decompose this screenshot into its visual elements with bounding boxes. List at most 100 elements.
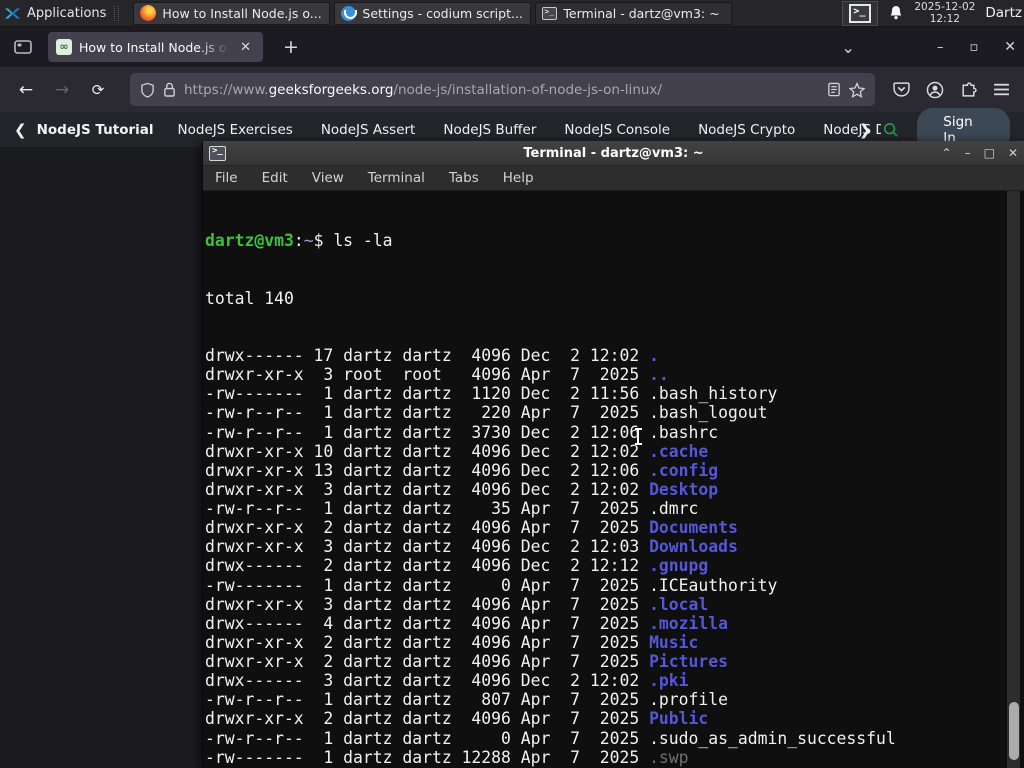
file-row: -rw-r--r-- 1 dartz dartz 220 Apr 7 2025 … xyxy=(205,403,768,423)
terminal-scrollbar-thumb[interactable] xyxy=(1008,702,1019,760)
file-name: Desktop xyxy=(649,479,719,499)
panel-clock[interactable]: 2025-12-02 12:12 xyxy=(914,1,975,25)
file-name: .pki xyxy=(649,671,689,691)
file-row: -rw------- 1 dartz dartz 1120 Dec 2 11:5… xyxy=(205,384,778,404)
firefox-view-button[interactable] xyxy=(8,34,38,60)
terminal-menu-tabs[interactable]: Tabs xyxy=(449,170,479,186)
terminal-menu-help[interactable]: Help xyxy=(503,170,534,186)
terminal-menu-terminal[interactable]: Terminal xyxy=(368,170,425,186)
terminal-maximize-button[interactable]: □ xyxy=(984,146,995,160)
file-name: .. xyxy=(649,365,669,385)
nav-back-chevron-icon[interactable]: ❮ xyxy=(14,121,27,139)
tab-title: How to Install Node.js on xyxy=(79,39,230,55)
terminal-menu-edit[interactable]: Edit xyxy=(262,170,288,186)
reader-mode-icon[interactable] xyxy=(827,82,841,97)
file-row: drwxr-xr-x 3 root root 4096 Apr 7 2025 .… xyxy=(205,365,669,385)
file-name: .config xyxy=(649,460,719,480)
codium-icon xyxy=(341,5,358,21)
search-icon[interactable] xyxy=(883,121,899,139)
window-minimize-button[interactable]: – xyxy=(937,40,944,55)
menu-icon[interactable] xyxy=(993,82,1010,97)
file-name: . xyxy=(649,346,659,365)
url-bar[interactable]: https://www.geeksforgeeks.org/node-js/in… xyxy=(130,73,875,106)
window-close-button[interactable]: ✕ xyxy=(1004,39,1016,55)
applications-icon xyxy=(4,7,21,19)
panel-user-menu[interactable]: Dartz xyxy=(985,5,1022,21)
panel-grip xyxy=(114,5,120,21)
file-row: -rw------- 1 dartz dartz 0 Apr 7 2025 .I… xyxy=(205,575,778,595)
file-name: .mozilla xyxy=(649,613,729,633)
terminal-window: Terminal - dartz@vm3: ~ ⌃ – □ ✕ File Edit… xyxy=(202,141,1024,768)
tray-terminal-launcher[interactable] xyxy=(842,0,879,26)
terminal-close-button[interactable]: ✕ xyxy=(1008,146,1018,160)
list-all-tabs-button[interactable]: ⌄ xyxy=(842,38,855,57)
terminal-content[interactable]: dartz@vm3:~$ ls -la total 140 drwx------… xyxy=(203,191,1024,768)
terminal-titlebar[interactable]: Terminal - dartz@vm3: ~ ⌃ – □ ✕ xyxy=(203,141,1024,166)
bookmark-star-icon[interactable] xyxy=(849,81,865,98)
file-name: Pictures xyxy=(649,652,729,671)
terminal-menubar: File Edit View Terminal Tabs Help xyxy=(203,166,1024,191)
terminal-menu-view[interactable]: View xyxy=(312,170,344,186)
file-name: .dmrc xyxy=(649,499,699,518)
total-line: total 140 xyxy=(205,288,294,308)
subnav-item-nodejs-dns[interactable]: NodeJS DNS xyxy=(823,122,881,138)
terminal-icon xyxy=(542,6,558,20)
taskbar-window-firefox[interactable]: How to Install Node.js o... xyxy=(133,1,331,25)
subnav-item-nodejs-console[interactable]: NodeJS Console xyxy=(564,122,670,138)
new-tab-button[interactable]: + xyxy=(275,36,307,58)
file-row: drwx------ 2 dartz dartz 4096 Dec 2 12:1… xyxy=(205,556,709,576)
subnav-item-nodejs-crypto[interactable]: NodeJS Crypto xyxy=(698,122,795,138)
terminal-shade-button[interactable]: ⌃ xyxy=(942,146,952,160)
file-name: .sudo_as_admin_successful xyxy=(649,728,896,748)
extension-icon[interactable] xyxy=(960,81,977,98)
file-row: -rw-r--r-- 1 dartz dartz 0 Apr 7 2025 .s… xyxy=(205,728,896,748)
terminal-minimize-button[interactable]: – xyxy=(965,146,971,160)
file-name: .bash_logout xyxy=(649,403,768,423)
window-maximize-button[interactable]: ▫ xyxy=(969,40,978,55)
file-row: drwx------ 4 dartz dartz 4096 Apr 7 2025… xyxy=(205,613,729,633)
file-name: .ICEauthority xyxy=(649,575,778,595)
toolbar-extensions-area xyxy=(893,81,1010,99)
terminal-menu-file[interactable]: File xyxy=(215,170,238,186)
file-row: -rw-r--r-- 1 dartz dartz 807 Apr 7 2025 … xyxy=(205,690,729,710)
taskbar-window-codium[interactable]: Settings - codium script... xyxy=(334,1,532,25)
file-name: .bashrc xyxy=(649,422,719,442)
file-row: drwxr-xr-x 2 dartz dartz 4096 Apr 7 2025… xyxy=(205,652,729,671)
tab-active[interactable]: ∞ How to Install Node.js on ✕ xyxy=(48,32,263,62)
terminal-scrollbar[interactable] xyxy=(1007,191,1020,768)
taskbar-window-terminal[interactable]: Terminal - dartz@vm3: ~ xyxy=(535,1,733,25)
lock-icon[interactable] xyxy=(163,82,176,97)
mouse-ibeam-cursor xyxy=(633,428,643,445)
forward-button[interactable]: → xyxy=(46,75,78,105)
file-listing: drwx------ 17 dartz dartz 4096 Dec 2 12:… xyxy=(205,346,1024,768)
clock-time: 12:12 xyxy=(929,13,960,25)
notification-bell-icon[interactable] xyxy=(888,5,904,21)
tracking-protection-shield-icon[interactable] xyxy=(140,82,155,98)
subnav-item-nodejs-assert[interactable]: NodeJS Assert xyxy=(321,122,416,138)
tab-close-icon[interactable]: ✕ xyxy=(236,39,255,56)
taskbar-window-title: How to Install Node.js o... xyxy=(162,5,322,21)
top-panel: Applications How to Install Node.js o...… xyxy=(0,0,1024,27)
prompt-path: ~ xyxy=(303,231,314,251)
reload-button[interactable]: ⟳ xyxy=(82,75,114,105)
subnav-item-nodejs-tutorial[interactable]: NodeJS Tutorial xyxy=(37,122,154,138)
file-row: -rw------- 1 dartz dartz 12288 Apr 7 202… xyxy=(205,747,689,767)
back-button[interactable]: ← xyxy=(10,75,42,105)
file-row: drwx------ 3 dartz dartz 4096 Dec 2 12:0… xyxy=(205,671,689,691)
terminal-window-controls: ⌃ – □ ✕ xyxy=(942,146,1018,160)
file-row: drwx------ 17 dartz dartz 4096 Dec 2 12:… xyxy=(205,346,659,365)
file-name: .cache xyxy=(649,441,709,461)
subnav-item-nodejs-exercises[interactable]: NodeJS Exercises xyxy=(178,122,293,138)
firefox-view-icon xyxy=(14,40,32,54)
subnav-item-nodejs-buffer[interactable]: NodeJS Buffer xyxy=(443,122,536,138)
clock-date: 2025-12-02 xyxy=(914,1,976,13)
file-row: drwxr-xr-x 2 dartz dartz 4096 Apr 7 2025… xyxy=(205,518,738,538)
pocket-icon[interactable] xyxy=(893,81,910,98)
taskbar-window-title: Terminal - dartz@vm3: ~ xyxy=(563,5,720,21)
nav-more-chevron-icon[interactable]: ❯ xyxy=(859,121,872,139)
applications-menu-button[interactable]: Applications xyxy=(0,0,133,26)
terminal-title: Terminal - dartz@vm3: ~ xyxy=(523,145,704,161)
terminal-icon xyxy=(209,145,226,161)
account-icon[interactable] xyxy=(926,81,944,99)
file-row: drwxr-xr-x 3 dartz dartz 4096 Apr 7 2025… xyxy=(205,594,709,614)
